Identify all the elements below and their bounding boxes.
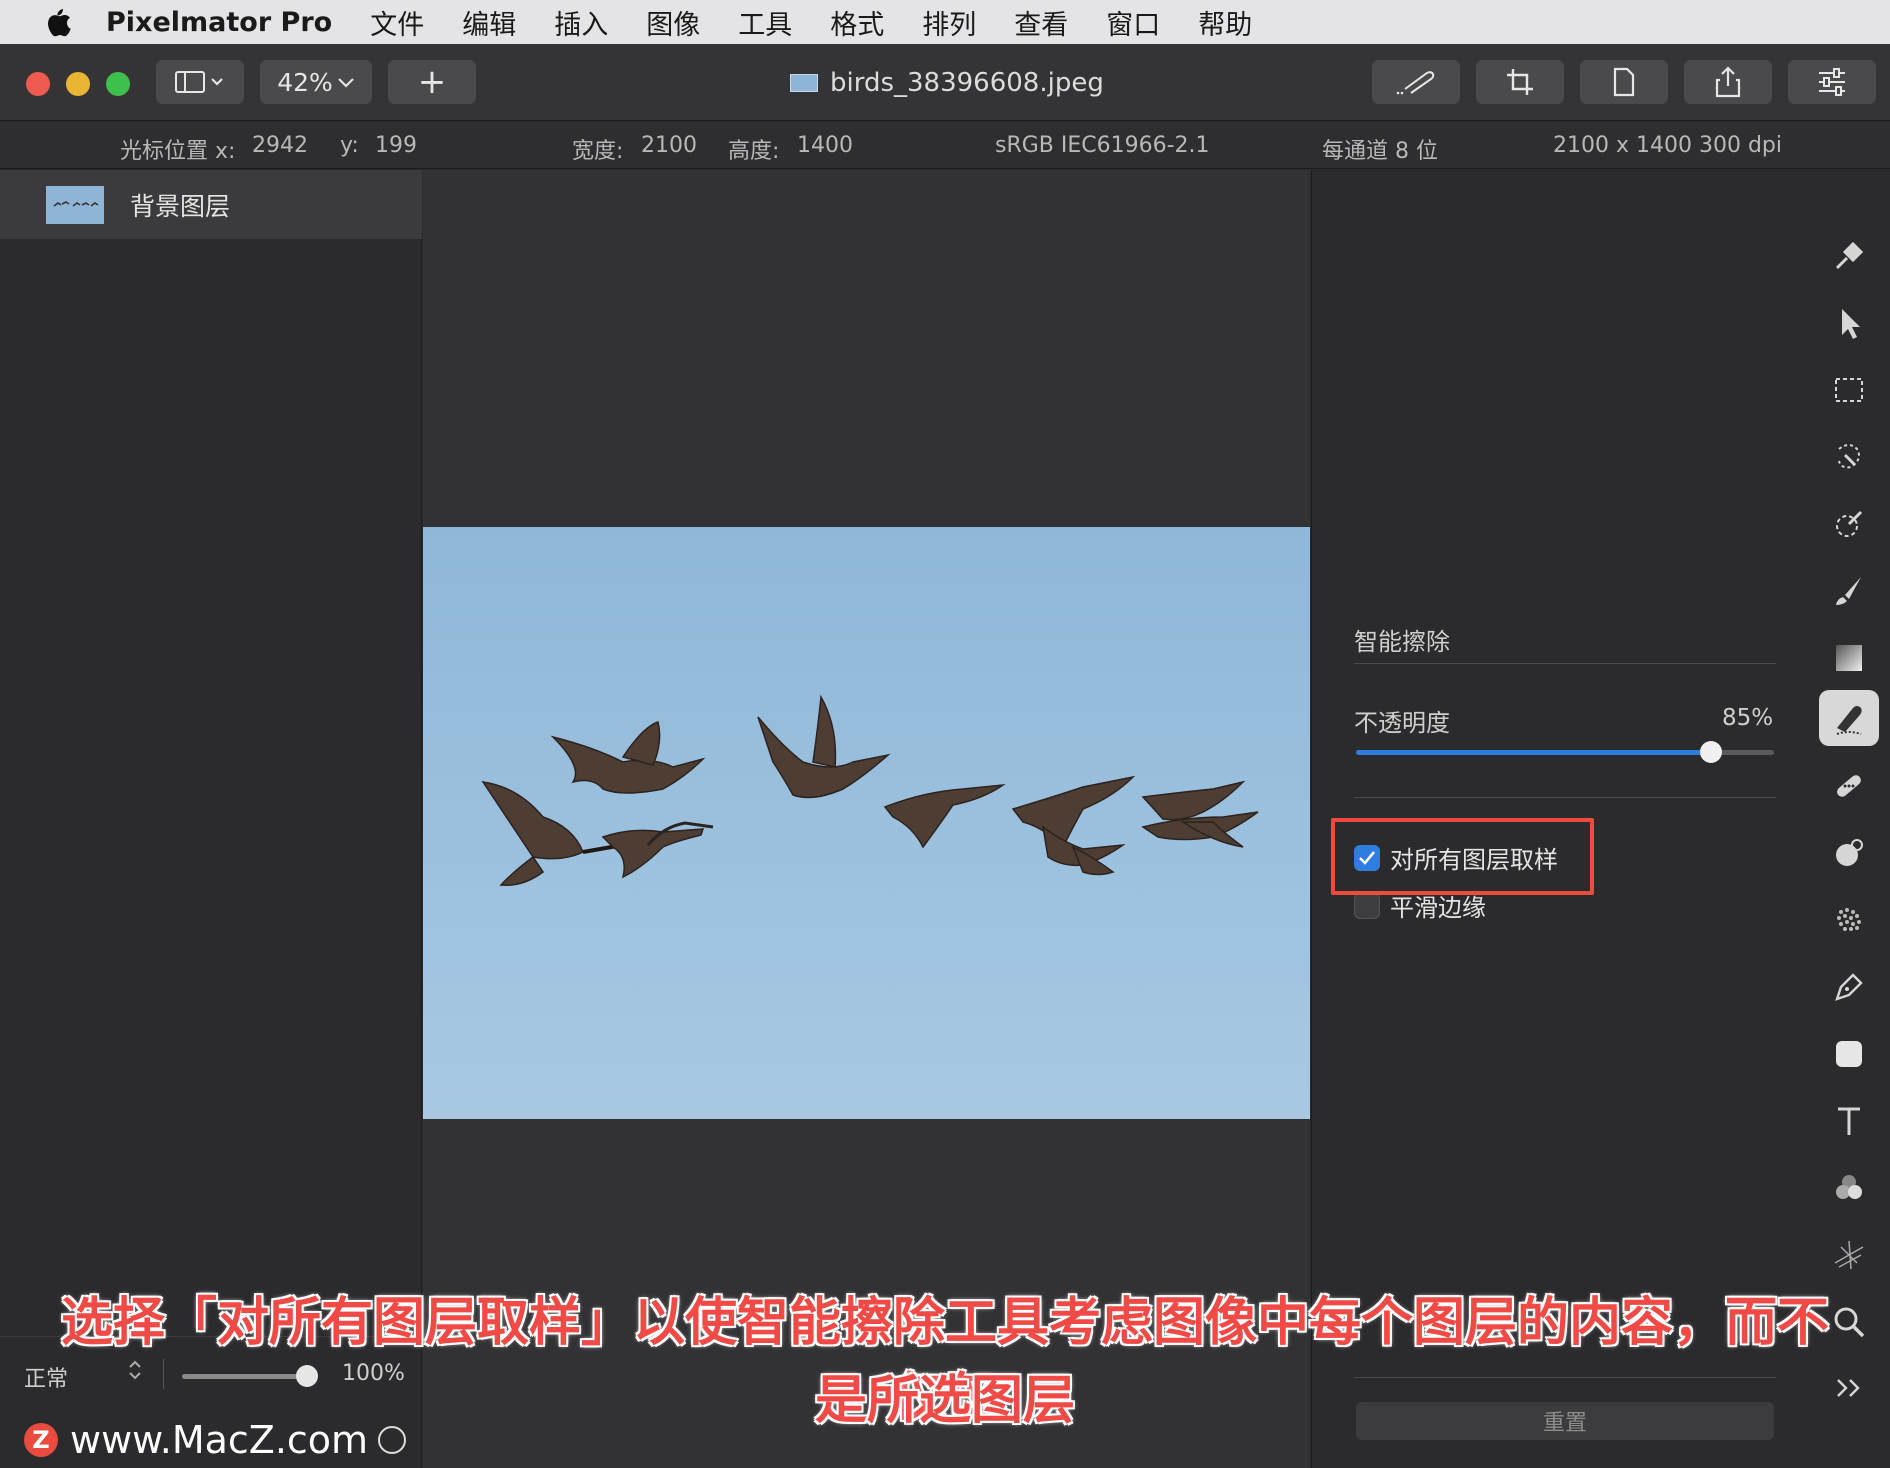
menu-format[interactable]: 格式 (830, 3, 884, 42)
share-button[interactable] (1684, 60, 1772, 104)
bit-depth: 每通道 8 位 (1322, 139, 1438, 164)
paint-style-icon[interactable] (1819, 228, 1879, 284)
chevron-down-icon (338, 78, 354, 88)
share-icon (1715, 66, 1741, 98)
opacity-label: 不透明度 (1354, 709, 1450, 737)
menu-file[interactable]: 文件 (370, 3, 424, 42)
layer-thumbnail (46, 185, 104, 224)
layers-panel: 背景图层 正常 100% (0, 170, 422, 1468)
watermark-logo: Z (24, 1423, 58, 1457)
tool-title: 智能擦除 (1354, 628, 1450, 656)
document-thumbnail (790, 73, 818, 92)
divider (1354, 797, 1776, 798)
menu-view[interactable]: 查看 (1014, 3, 1068, 42)
smart-erase-icon[interactable] (1819, 690, 1879, 746)
pixelate-icon[interactable] (1819, 892, 1879, 948)
color-adjust-icon[interactable] (1819, 496, 1879, 552)
add-button[interactable]: + (388, 60, 476, 104)
arrange-pointer-icon[interactable] (1819, 295, 1879, 351)
opacity-slider-fill (1356, 750, 1712, 755)
geese-image (481, 694, 1259, 886)
app-menu[interactable]: Pixelmator Pro (106, 7, 332, 38)
minimize-window-button[interactable] (66, 72, 90, 96)
zoom-select[interactable]: 42% (260, 60, 372, 104)
zoom-value: 42% (277, 67, 333, 97)
watermark-menu-icon (378, 1426, 407, 1454)
crop-button[interactable] (1476, 60, 1564, 104)
sidebar-toggle-button[interactable] (156, 60, 244, 104)
rect-select-icon[interactable] (1819, 362, 1879, 418)
divider (1354, 663, 1776, 664)
paint-brush-icon[interactable] (1819, 563, 1879, 619)
ml-enhance-button[interactable] (1372, 60, 1460, 104)
color-fill-icon[interactable] (1819, 1160, 1879, 1216)
menu-image[interactable]: 图像 (646, 3, 700, 42)
shape-icon[interactable] (1819, 1026, 1879, 1082)
repair-icon[interactable] (1819, 758, 1879, 814)
canvas-area[interactable] (423, 170, 1310, 1468)
zoom-window-button[interactable] (106, 72, 130, 96)
size-dpi: 2100 x 1400 300 dpi (1553, 133, 1783, 158)
menu-help[interactable]: 帮助 (1198, 3, 1252, 42)
sliders-icon (1819, 68, 1845, 96)
format-button[interactable] (1580, 60, 1668, 104)
color-profile: sRGB IEC61966-2.1 (995, 133, 1210, 158)
photo-birds[interactable] (423, 527, 1310, 1119)
menu-bar: Pixelmator Pro 文件 编辑 插入 图像 工具 格式 排列 查看 窗… (0, 0, 1890, 44)
cursor-y-value: 199 (375, 133, 417, 158)
type-icon[interactable] (1819, 1093, 1879, 1149)
magic-select-icon[interactable] (1819, 429, 1879, 485)
apple-logo-icon[interactable] (40, 4, 76, 40)
gradient-icon[interactable] (1819, 630, 1879, 686)
menu-tools[interactable]: 工具 (738, 3, 792, 42)
checkbox-unchecked[interactable] (1354, 892, 1380, 919)
sidebar-icon (175, 71, 223, 93)
layer-row[interactable]: 背景图层 (0, 170, 422, 239)
document-filename: birds_38396608.jpeg (830, 67, 1104, 98)
document-icon (1613, 67, 1635, 97)
brush-stroke-icon (1396, 71, 1435, 95)
menu-window[interactable]: 窗口 (1106, 3, 1160, 42)
watermark-text: www.MacZ.com (70, 1418, 369, 1462)
menu-edit[interactable]: 编辑 (462, 3, 516, 42)
menu-arrange[interactable]: 排列 (922, 3, 976, 42)
opacity-value: 85% (1722, 705, 1774, 731)
cursor-y-label: y: (340, 133, 359, 158)
distort-icon[interactable] (1819, 1227, 1879, 1283)
adjust-button[interactable] (1788, 60, 1876, 104)
window-toolbar: 42% + birds_38396608.jpeg (0, 44, 1890, 121)
pen-icon[interactable] (1819, 959, 1879, 1015)
layer-name: 背景图层 (130, 191, 231, 221)
document-title: birds_38396608.jpeg (790, 44, 1104, 121)
cursor-x-label: 光标位置 x: (120, 139, 236, 164)
image-info-bar: 光标位置 x: 2942 y: 199 宽度: 2100 高度: 1400 sR… (0, 122, 1890, 169)
watermark: Z www.MacZ.com (24, 1418, 407, 1462)
height-value: 1400 (797, 133, 853, 158)
menu-insert[interactable]: 插入 (554, 3, 608, 42)
tools-sidebar (1812, 170, 1890, 1468)
cursor-x-value: 2942 (252, 133, 308, 158)
close-window-button[interactable] (26, 72, 50, 96)
highlight-box (1331, 818, 1594, 895)
height-label: 高度: (728, 139, 780, 164)
opacity-slider-knob[interactable] (1700, 741, 1723, 763)
width-value: 2100 (641, 133, 697, 158)
width-label: 宽度: (572, 139, 624, 164)
clone-icon[interactable] (1819, 825, 1879, 881)
crop-icon (1507, 69, 1533, 95)
